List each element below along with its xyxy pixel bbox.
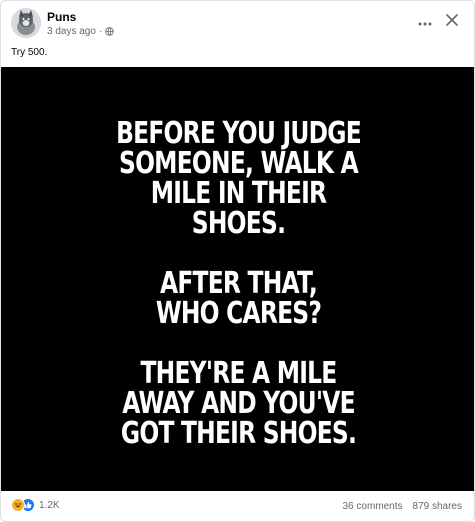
reaction-count[interactable]: 1.2K (39, 500, 60, 511)
quote-line: THEY'RE A MILE (140, 356, 337, 391)
quote-line: GOT THEIR SHOES. (120, 416, 357, 451)
quote-line: AFTER THAT, (160, 266, 318, 301)
more-options-icon (418, 13, 432, 31)
post-caption: Try 500. (11, 47, 48, 58)
quote-line: SOMEONE, WALK A (119, 146, 359, 181)
post-header: Puns 3 days ago · (1, 1, 474, 47)
quote-stanza: THEY'RE A MILE AWAY AND YOU'VE GOT THEIR… (53, 359, 424, 449)
meta-separator: · (98, 26, 103, 37)
post-image[interactable]: BEFORE YOU JUDGE SOMEONE, WALK A MILE IN… (1, 67, 474, 491)
quote-line: MILE IN THEIR (150, 176, 327, 211)
comments-count[interactable]: 36 comments (342, 501, 402, 512)
more-options-button[interactable] (414, 14, 436, 30)
haha-icon (11, 498, 25, 512)
quote-line: BEFORE YOU JUDGE (116, 116, 362, 151)
avatar-image (11, 8, 41, 38)
close-button[interactable] (442, 12, 462, 32)
timestamp[interactable]: 3 days ago (47, 26, 96, 37)
close-icon (446, 13, 458, 31)
post-meta: 3 days ago · (47, 26, 115, 37)
quote-line: SHOES. (191, 206, 286, 241)
page-name[interactable]: Puns (47, 10, 76, 24)
reactions-summary[interactable]: 1.2K (11, 498, 60, 512)
globe-icon (105, 27, 115, 36)
shares-count[interactable]: 879 shares (413, 501, 462, 512)
page-avatar[interactable] (11, 8, 41, 38)
quote-line: WHO CARES? (155, 296, 322, 331)
post-card: Puns 3 days ago · Try 500. BEFORE YOU JU… (0, 0, 475, 522)
post-stats: 36 comments 879 shares (342, 501, 462, 512)
post-footer: 1.2K 36 comments 879 shares (1, 495, 474, 519)
quote-stanza: BEFORE YOU JUDGE SOMEONE, WALK A MILE IN… (53, 119, 424, 239)
quote-text: BEFORE YOU JUDGE SOMEONE, WALK A MILE IN… (53, 119, 424, 479)
quote-stanza: AFTER THAT, WHO CARES? (53, 269, 424, 329)
quote-line: AWAY AND YOU'VE (122, 386, 355, 421)
